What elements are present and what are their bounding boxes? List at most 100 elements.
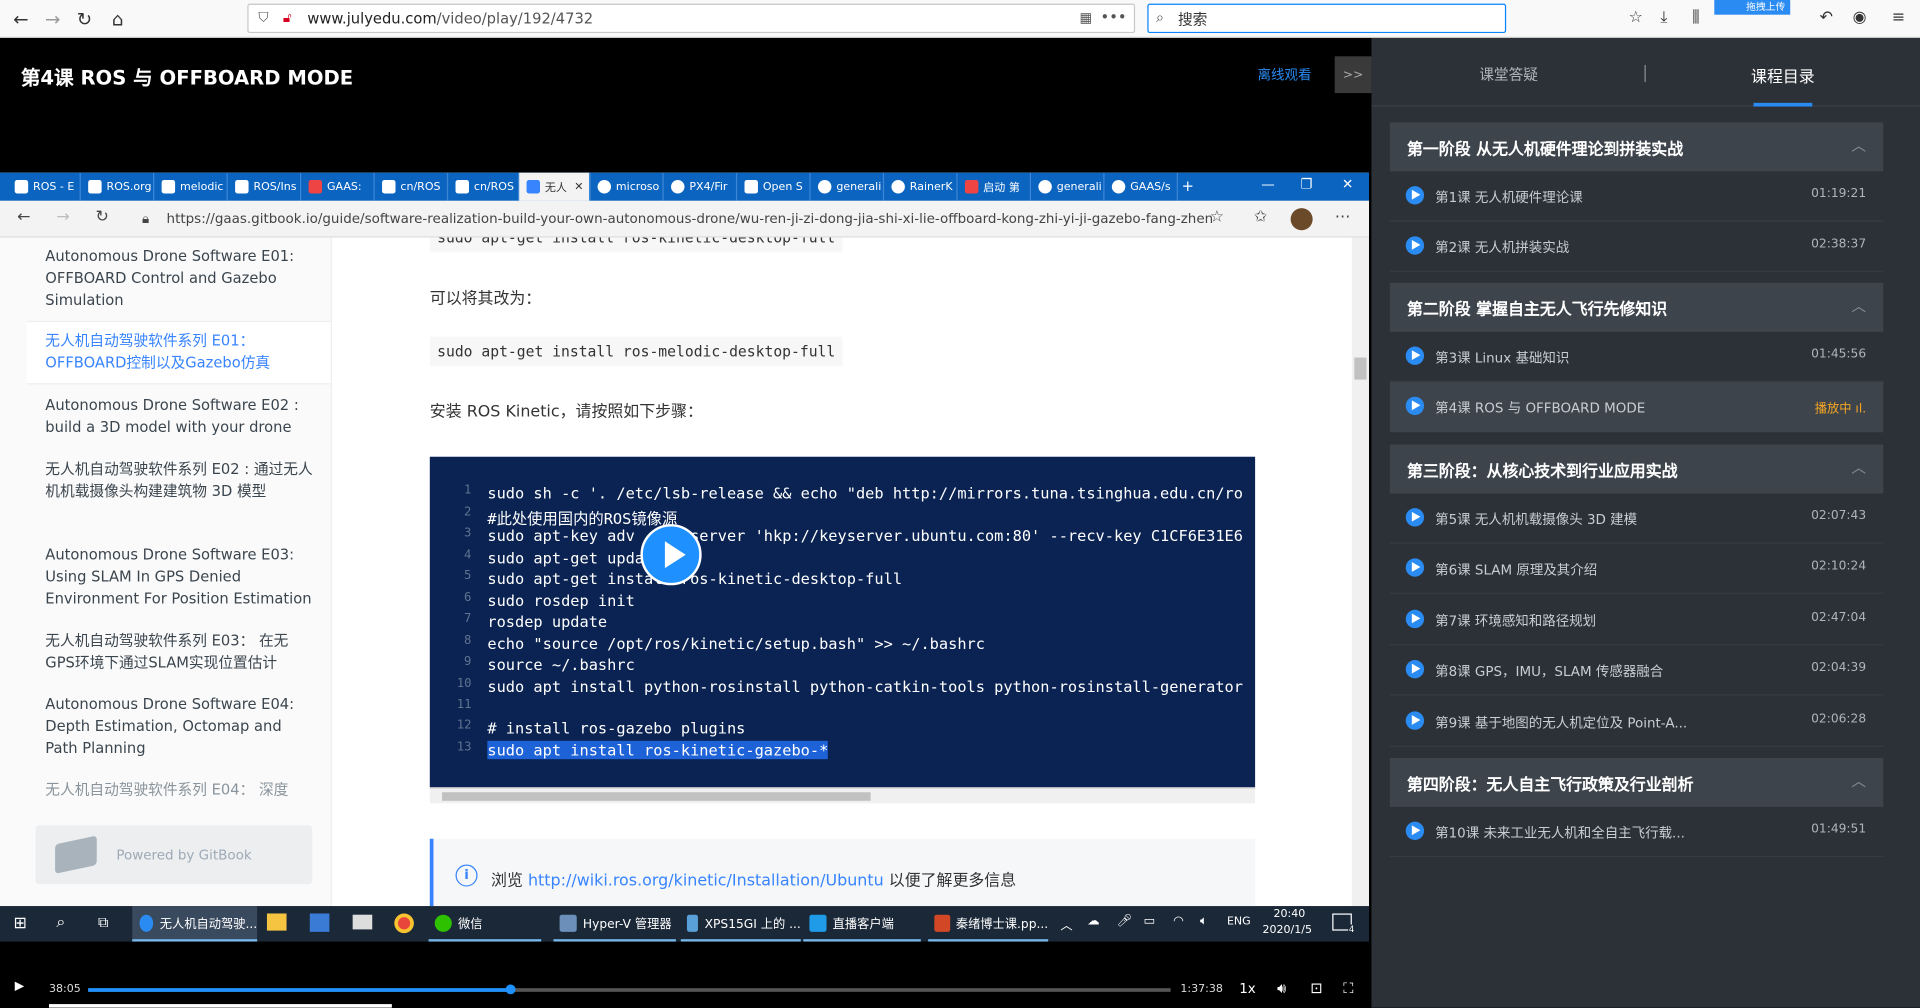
inner-tab[interactable]: GAAS/s	[1104, 172, 1178, 201]
code-scrollbar[interactable]	[429, 787, 1256, 804]
tab-qa[interactable]: 课堂答疑	[1479, 64, 1538, 85]
library-icon[interactable]: ⫼	[1692, 9, 1699, 27]
video-frame[interactable]: ROS - E ROS.org melodic ROS/Ins GAAS: cn…	[0, 172, 1369, 907]
account-icon[interactable]: ◉	[1853, 9, 1867, 27]
address-bar[interactable]: ⛉ 🔓︎ www.julyedu.com/video/play/192/4732…	[247, 3, 1136, 34]
back-icon[interactable]: ←	[7, 6, 34, 33]
favorite-icon[interactable]: ☆	[1210, 208, 1224, 226]
avatar[interactable]	[1290, 208, 1313, 231]
home-icon[interactable]: ⌂	[104, 6, 131, 33]
back-icon[interactable]: ←	[17, 208, 30, 226]
lesson-item[interactable]: 第1课 无人机硬件理论课 01:19:21	[1389, 171, 1884, 222]
more-icon[interactable]: ⋯	[1335, 208, 1351, 226]
forward-icon[interactable]: →	[56, 208, 69, 226]
search-input[interactable]: ⌕ 搜索	[1147, 3, 1507, 34]
taskbar-app-hyperv[interactable]: Hyper-V 管理器	[553, 906, 676, 942]
tab-catalog[interactable]: 课程目录	[1751, 64, 1815, 87]
inner-tab[interactable]: generali	[811, 172, 885, 201]
search-icon[interactable]: ⌕	[56, 913, 65, 931]
store-icon[interactable]	[309, 913, 330, 932]
pip-icon[interactable]: ⊡	[1310, 980, 1322, 997]
forward-icon[interactable]: →	[39, 6, 66, 33]
task-view-icon[interactable]: ⧉	[98, 913, 109, 931]
play-pause-icon[interactable]: ▶	[15, 980, 24, 993]
new-tab-icon[interactable]: +	[1182, 178, 1194, 195]
sidebar-item[interactable]: Autonomous Drone Software E03: Using SLA…	[45, 544, 314, 610]
inner-tab-active[interactable]: 无人 ✕	[519, 172, 591, 201]
inner-tab[interactable]: RainerK	[884, 172, 958, 201]
maximize-icon[interactable]: ❐	[1300, 176, 1312, 192]
taskbar-app-remote[interactable]: XPS15GI 上的 ...	[680, 906, 801, 942]
lesson-item[interactable]: 第9课 基于地图的无人机定位及 Point-A... 02:06:28	[1389, 697, 1884, 747]
inner-tab[interactable]: Open S	[737, 172, 811, 201]
wifi-icon[interactable]: ◠	[1173, 915, 1184, 928]
windows-start-icon[interactable]: ⊞	[13, 915, 26, 933]
offline-watch-link[interactable]: 离线观看	[1258, 65, 1312, 85]
taskbar-app-edge[interactable]: 无人机自动驾驶...	[132, 906, 258, 942]
inner-tab[interactable]: cn/ROS	[448, 172, 520, 201]
panel-toggle-button[interactable]: >>	[1334, 56, 1372, 94]
inner-url[interactable]: https://gaas.gitbook.io/guide/software-r…	[167, 211, 1214, 227]
lesson-item[interactable]: 第5课 无人机机载摄像头 3D 建模 02:07:43	[1389, 493, 1884, 544]
volume-icon[interactable]: 🔊︎	[1277, 980, 1286, 998]
chrome-icon[interactable]	[394, 913, 414, 934]
lesson-item-current[interactable]: 第4课 ROS 与 OFFBOARD MODE 播放中 ıl.	[1389, 382, 1884, 433]
gitbook-badge[interactable]: Powered by GitBook	[35, 825, 313, 885]
page-actions-icon[interactable]: •••	[1101, 9, 1127, 26]
page-scrollbar[interactable]	[1351, 237, 1369, 907]
qr-code-icon[interactable]: ▦	[1080, 10, 1093, 26]
ros-wiki-link[interactable]: http://wiki.ros.org/kinetic/Installation…	[528, 872, 884, 890]
inner-tab[interactable]: ROS/Ins	[228, 172, 302, 201]
download-icon[interactable]: ⤓	[1660, 9, 1667, 27]
sidebar-item[interactable]: Autonomous Drone Software E01: OFFBOARD …	[45, 245, 314, 311]
folder-icon[interactable]	[266, 913, 287, 931]
upload-badge[interactable]: 拖拽上传	[1714, 0, 1791, 15]
speed-button[interactable]: 1x	[1239, 981, 1256, 997]
tray-expand-icon[interactable]: ︿	[1060, 915, 1072, 933]
fullscreen-icon[interactable]: ⛶	[1343, 980, 1353, 998]
inner-tab[interactable]: generali	[1031, 172, 1105, 201]
sidebar-item-active[interactable]: 无人机自动驾驶软件系列 E01：OFFBOARD控制以及Gazebo仿真	[45, 329, 314, 373]
lesson-item[interactable]: 第2课 无人机拼装实战 02:38:37	[1389, 222, 1884, 272]
inner-tab[interactable]: 启动 第	[958, 172, 1032, 201]
taskbar-app-wechat[interactable]: 微信	[428, 906, 542, 942]
taskbar-app-live[interactable]: 直播客户端	[803, 906, 921, 942]
sidebar-item[interactable]: Autonomous Drone Software E04: Depth Est…	[45, 693, 314, 759]
lesson-item[interactable]: 第3课 Linux 基础知识 01:45:56	[1389, 332, 1884, 383]
close-window-icon[interactable]: ✕	[1342, 176, 1353, 192]
inner-tab[interactable]: ROS - E	[7, 172, 81, 201]
play-video-icon[interactable]	[640, 524, 702, 586]
inner-tab[interactable]: melodic	[154, 172, 228, 201]
inner-tab[interactable]: cn/ROS	[375, 172, 449, 201]
inner-tab[interactable]: GAAS:	[301, 172, 375, 201]
inner-tab[interactable]: microso	[590, 172, 664, 201]
sidebar-item[interactable]: 无人机自动驾驶软件系列 E02 : 通过无人机机载摄像头构建建筑物 3D 模型	[45, 458, 314, 502]
progress-handle[interactable]	[505, 984, 516, 995]
inner-tab[interactable]: ROS.org	[81, 172, 155, 201]
lesson-item[interactable]: 第7课 环境感知和路径规划 02:47:04	[1389, 595, 1884, 646]
clock-date[interactable]: 2020/1/5	[1262, 924, 1311, 936]
lesson-item[interactable]: 第10课 未来工业无人机和全自主飞行载... 01:49:51	[1389, 807, 1884, 858]
input-language[interactable]: ENG	[1227, 916, 1251, 928]
section-header[interactable]: 第四阶段：无人自主飞行政策及行业剖析 ︿	[1389, 757, 1884, 807]
taskbar-app-ppt[interactable]: 秦绪博士课.pp...	[928, 906, 1049, 942]
lesson-item[interactable]: 第8课 GPS，IMU，SLAM 传感器融合 02:04:39	[1389, 645, 1884, 696]
battery-icon[interactable]: ▭	[1144, 915, 1156, 928]
progress-bar[interactable]	[88, 984, 1171, 995]
lesson-item[interactable]: 第6课 SLAM 原理及其介绍 02:10:24	[1389, 544, 1884, 594]
clock-time[interactable]: 20:40	[1273, 909, 1305, 921]
menu-icon[interactable]: ≡	[1892, 9, 1905, 27]
section-header[interactable]: 第一阶段 从无人机硬件理论到拼装实战 ︿	[1389, 122, 1884, 172]
reload-icon[interactable]: ↻	[71, 6, 98, 33]
scrollbar-thumb[interactable]	[1354, 357, 1367, 380]
minimize-icon[interactable]: —	[1261, 176, 1274, 192]
scrollbar-thumb[interactable]	[442, 792, 871, 801]
section-header[interactable]: 第三阶段：从核心技术到行业应用实战 ︿	[1389, 444, 1884, 494]
onedrive-icon[interactable]: ☁	[1087, 915, 1099, 928]
sidebar-item[interactable]: 无人机自动驾驶软件系列 E03： 在无GPS环境下通过SLAM实现位置估计	[45, 629, 314, 673]
section-header[interactable]: 第二阶段 掌握自主无人飞行先修知识 ︿	[1389, 282, 1884, 332]
favorites-bar-icon[interactable]: ✩	[1254, 208, 1267, 226]
microphone-icon[interactable]: 🎤︎	[1117, 915, 1133, 928]
mail-icon[interactable]	[352, 914, 373, 930]
undo-icon[interactable]: ↶	[1820, 9, 1833, 27]
